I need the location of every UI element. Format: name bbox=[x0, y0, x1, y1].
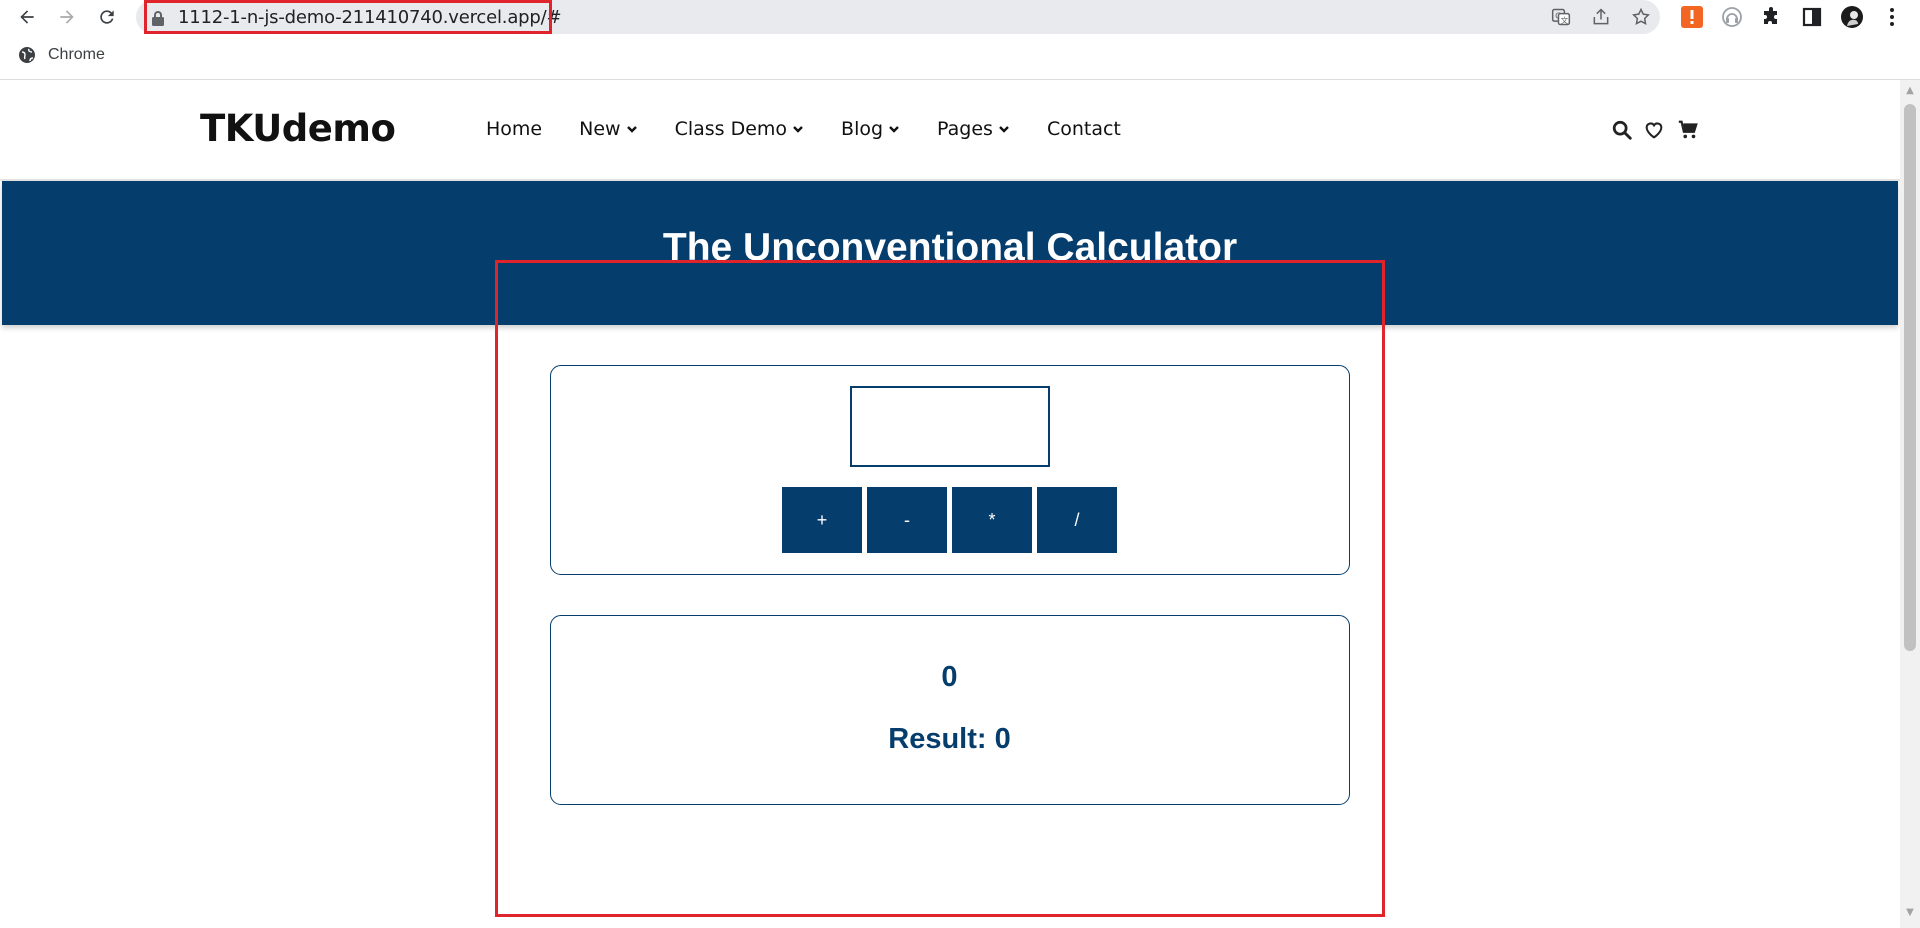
divide-button[interactable]: / bbox=[1037, 487, 1117, 553]
chevron-down-icon bbox=[889, 126, 899, 133]
side-panel-icon[interactable] bbox=[1798, 3, 1826, 31]
page-title: The Unconventional Calculator bbox=[662, 226, 1238, 269]
site-header: TKUdemo Home New Class Demo Blog Pages C… bbox=[0, 80, 1900, 181]
calculator-output-panel: 0 Result: 0 bbox=[550, 615, 1350, 805]
puzzle-extensions-icon[interactable] bbox=[1758, 3, 1786, 31]
subtract-button[interactable]: - bbox=[867, 487, 947, 553]
nav-label: Class Demo bbox=[674, 118, 788, 140]
extension-alert-icon[interactable] bbox=[1678, 3, 1706, 31]
scroll-thumb[interactable] bbox=[1904, 104, 1916, 651]
star-icon[interactable] bbox=[1628, 4, 1654, 30]
url-highlight-box bbox=[144, 0, 552, 34]
add-button[interactable]: + bbox=[782, 487, 862, 553]
bookmark-chrome[interactable]: Chrome bbox=[18, 46, 105, 64]
share-icon[interactable] bbox=[1588, 4, 1614, 30]
globe-icon bbox=[19, 47, 35, 63]
calculator-highlight-box bbox=[495, 260, 1385, 917]
cart-icon[interactable] bbox=[1676, 118, 1700, 142]
nav-label: New bbox=[579, 118, 621, 140]
reload-button[interactable] bbox=[92, 2, 122, 32]
nav-item-class-demo[interactable]: Class Demo bbox=[675, 118, 804, 140]
nav-item-home[interactable]: Home bbox=[486, 118, 542, 140]
page-banner: The Unconventional Calculator bbox=[2, 181, 1898, 325]
calculator-input-panel: + - * / bbox=[550, 365, 1350, 575]
heart-icon[interactable] bbox=[1642, 118, 1666, 142]
vertical-scrollbar[interactable]: ▲ ▼ bbox=[1900, 80, 1920, 928]
multiply-button[interactable]: * bbox=[952, 487, 1032, 553]
bookmarks-bar bbox=[0, 42, 1920, 72]
extension-headphones-icon[interactable] bbox=[1718, 3, 1746, 31]
main-nav: Home New Class Demo Blog Pages Contact bbox=[486, 118, 1121, 140]
search-icon[interactable] bbox=[1610, 118, 1634, 142]
chevron-down-icon bbox=[626, 126, 637, 133]
scroll-down-arrow[interactable]: ▼ bbox=[1905, 908, 1915, 918]
scroll-up-arrow[interactable]: ▲ bbox=[1905, 86, 1915, 96]
site-logo[interactable]: TKUdemo bbox=[200, 107, 396, 150]
nav-label: Blog bbox=[841, 118, 884, 140]
chevron-down-icon bbox=[999, 126, 1009, 133]
browser-toolbar: 1112-1-n-js-demo-211410740.vercel.app/# … bbox=[0, 0, 1920, 34]
nav-label: Contact bbox=[1046, 118, 1121, 140]
current-calculation: 0 bbox=[941, 661, 958, 693]
profile-avatar[interactable] bbox=[1838, 3, 1866, 31]
nav-item-blog[interactable]: Blog bbox=[841, 118, 900, 140]
nav-label: Home bbox=[486, 118, 543, 140]
more-menu-icon[interactable] bbox=[1878, 3, 1906, 31]
page-viewport: TKUdemo Home New Class Demo Blog Pages C… bbox=[0, 80, 1900, 928]
back-button[interactable] bbox=[12, 2, 42, 32]
operator-buttons: + - * / bbox=[782, 487, 1117, 553]
number-input[interactable] bbox=[850, 386, 1050, 467]
bookmark-label: Chrome bbox=[48, 46, 105, 63]
translate-icon[interactable]: G文 bbox=[1548, 4, 1574, 30]
svg-text:文: 文 bbox=[1561, 15, 1569, 25]
result-text: Result: 0 bbox=[888, 723, 1011, 755]
nav-item-contact[interactable]: Contact bbox=[1047, 118, 1121, 140]
arrow-right-icon bbox=[60, 10, 74, 24]
reload-icon bbox=[100, 10, 114, 24]
nav-item-pages[interactable]: Pages bbox=[937, 118, 1010, 140]
arrow-left-icon bbox=[20, 10, 34, 24]
forward-button[interactable] bbox=[52, 2, 82, 32]
chevron-down-icon bbox=[793, 126, 803, 133]
nav-label: Pages bbox=[937, 118, 993, 140]
nav-item-new[interactable]: New bbox=[579, 118, 637, 140]
